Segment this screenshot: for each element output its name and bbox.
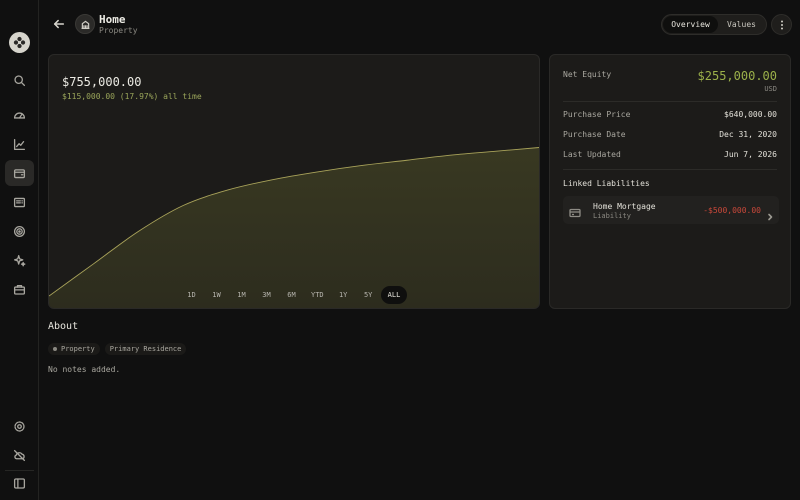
sparkles-icon[interactable] [5, 247, 34, 273]
liability-name: Home Mortgage [593, 202, 656, 211]
divider [563, 169, 777, 170]
building-icon [75, 14, 95, 34]
time-range-selector: 1D 1W 1M 3M 6M YTD 1Y 5Y ALL [179, 286, 408, 304]
range-ytd[interactable]: YTD [304, 286, 331, 304]
current-value: $755,000.00 [62, 75, 142, 89]
net-equity-currency: USD [764, 85, 777, 93]
back-button[interactable] [50, 15, 68, 33]
cloud-off-icon[interactable] [5, 442, 34, 468]
last-updated-value: Jun 7, 2026 [724, 150, 777, 159]
chart-icon[interactable] [5, 131, 34, 157]
liability-amount: -$500,000.00 [703, 206, 761, 215]
sidebar [0, 0, 39, 500]
app-logo-icon[interactable] [9, 32, 30, 53]
tab-overview[interactable]: Overview [663, 16, 718, 33]
purchase-date-label: Purchase Date [563, 130, 626, 139]
target-icon[interactable] [5, 218, 34, 244]
about-title: About [48, 321, 79, 332]
purchase-price-value: $640,000.00 [724, 110, 777, 119]
tag-dot-icon [53, 347, 57, 351]
net-equity-value: $255,000.00 [697, 69, 777, 83]
range-5y[interactable]: 5Y [356, 286, 381, 304]
tag-label: Property [61, 345, 95, 353]
sidebar-toggle-icon[interactable] [5, 470, 34, 496]
value-chart-card: $755,000.00 $115,000.00 (17.97%) all tim… [48, 54, 540, 309]
credit-card-icon [569, 204, 581, 218]
liability-type: Liability [593, 212, 631, 220]
briefcase-icon[interactable] [5, 276, 34, 302]
net-equity-label: Net Equity [563, 70, 612, 79]
wallet-icon[interactable] [5, 160, 34, 186]
page-title: Home [99, 13, 126, 26]
tag-property[interactable]: Property [48, 343, 100, 355]
more-button[interactable] [771, 14, 792, 35]
liability-row-home-mortgage[interactable]: Home Mortgage Liability -$500,000.00 [563, 196, 779, 224]
view-toggle: Overview Values [661, 14, 767, 35]
linked-liabilities-title: Linked Liabilities [563, 179, 650, 188]
range-all[interactable]: ALL [380, 286, 408, 304]
range-1y[interactable]: 1Y [331, 286, 356, 304]
purchase-price-label: Purchase Price [563, 110, 631, 119]
range-3m[interactable]: 3M [254, 286, 279, 304]
range-6m[interactable]: 6M [279, 286, 304, 304]
tag-primary-residence[interactable]: Primary Residence [104, 343, 187, 355]
tag-label: Primary Residence [109, 345, 182, 353]
range-1m[interactable]: 1M [229, 286, 254, 304]
purchase-date-value: Dec 31, 2020 [719, 130, 777, 139]
tag-list: Property Primary Residence [48, 343, 187, 355]
settings-icon[interactable] [5, 413, 34, 439]
divider [563, 101, 777, 102]
page-subtitle: Property [99, 26, 138, 35]
notes-text: No notes added. [48, 365, 121, 374]
chart-area-fill [49, 147, 539, 308]
arrow-left-icon [53, 19, 65, 29]
value-change: $115,000.00 (17.97%) all time [62, 92, 202, 101]
chevron-right-icon [766, 206, 774, 221]
range-1w[interactable]: 1W [204, 286, 229, 304]
last-updated-label: Last Updated [563, 150, 621, 159]
range-1d[interactable]: 1D [179, 286, 204, 304]
receipt-icon[interactable] [5, 189, 34, 215]
more-vertical-icon [780, 20, 783, 29]
details-card: Net Equity $255,000.00 USD Purchase Pric… [549, 54, 791, 309]
search-icon[interactable] [5, 67, 34, 93]
dashboard-gauge-icon[interactable] [5, 102, 34, 128]
tab-values[interactable]: Values [718, 16, 765, 33]
